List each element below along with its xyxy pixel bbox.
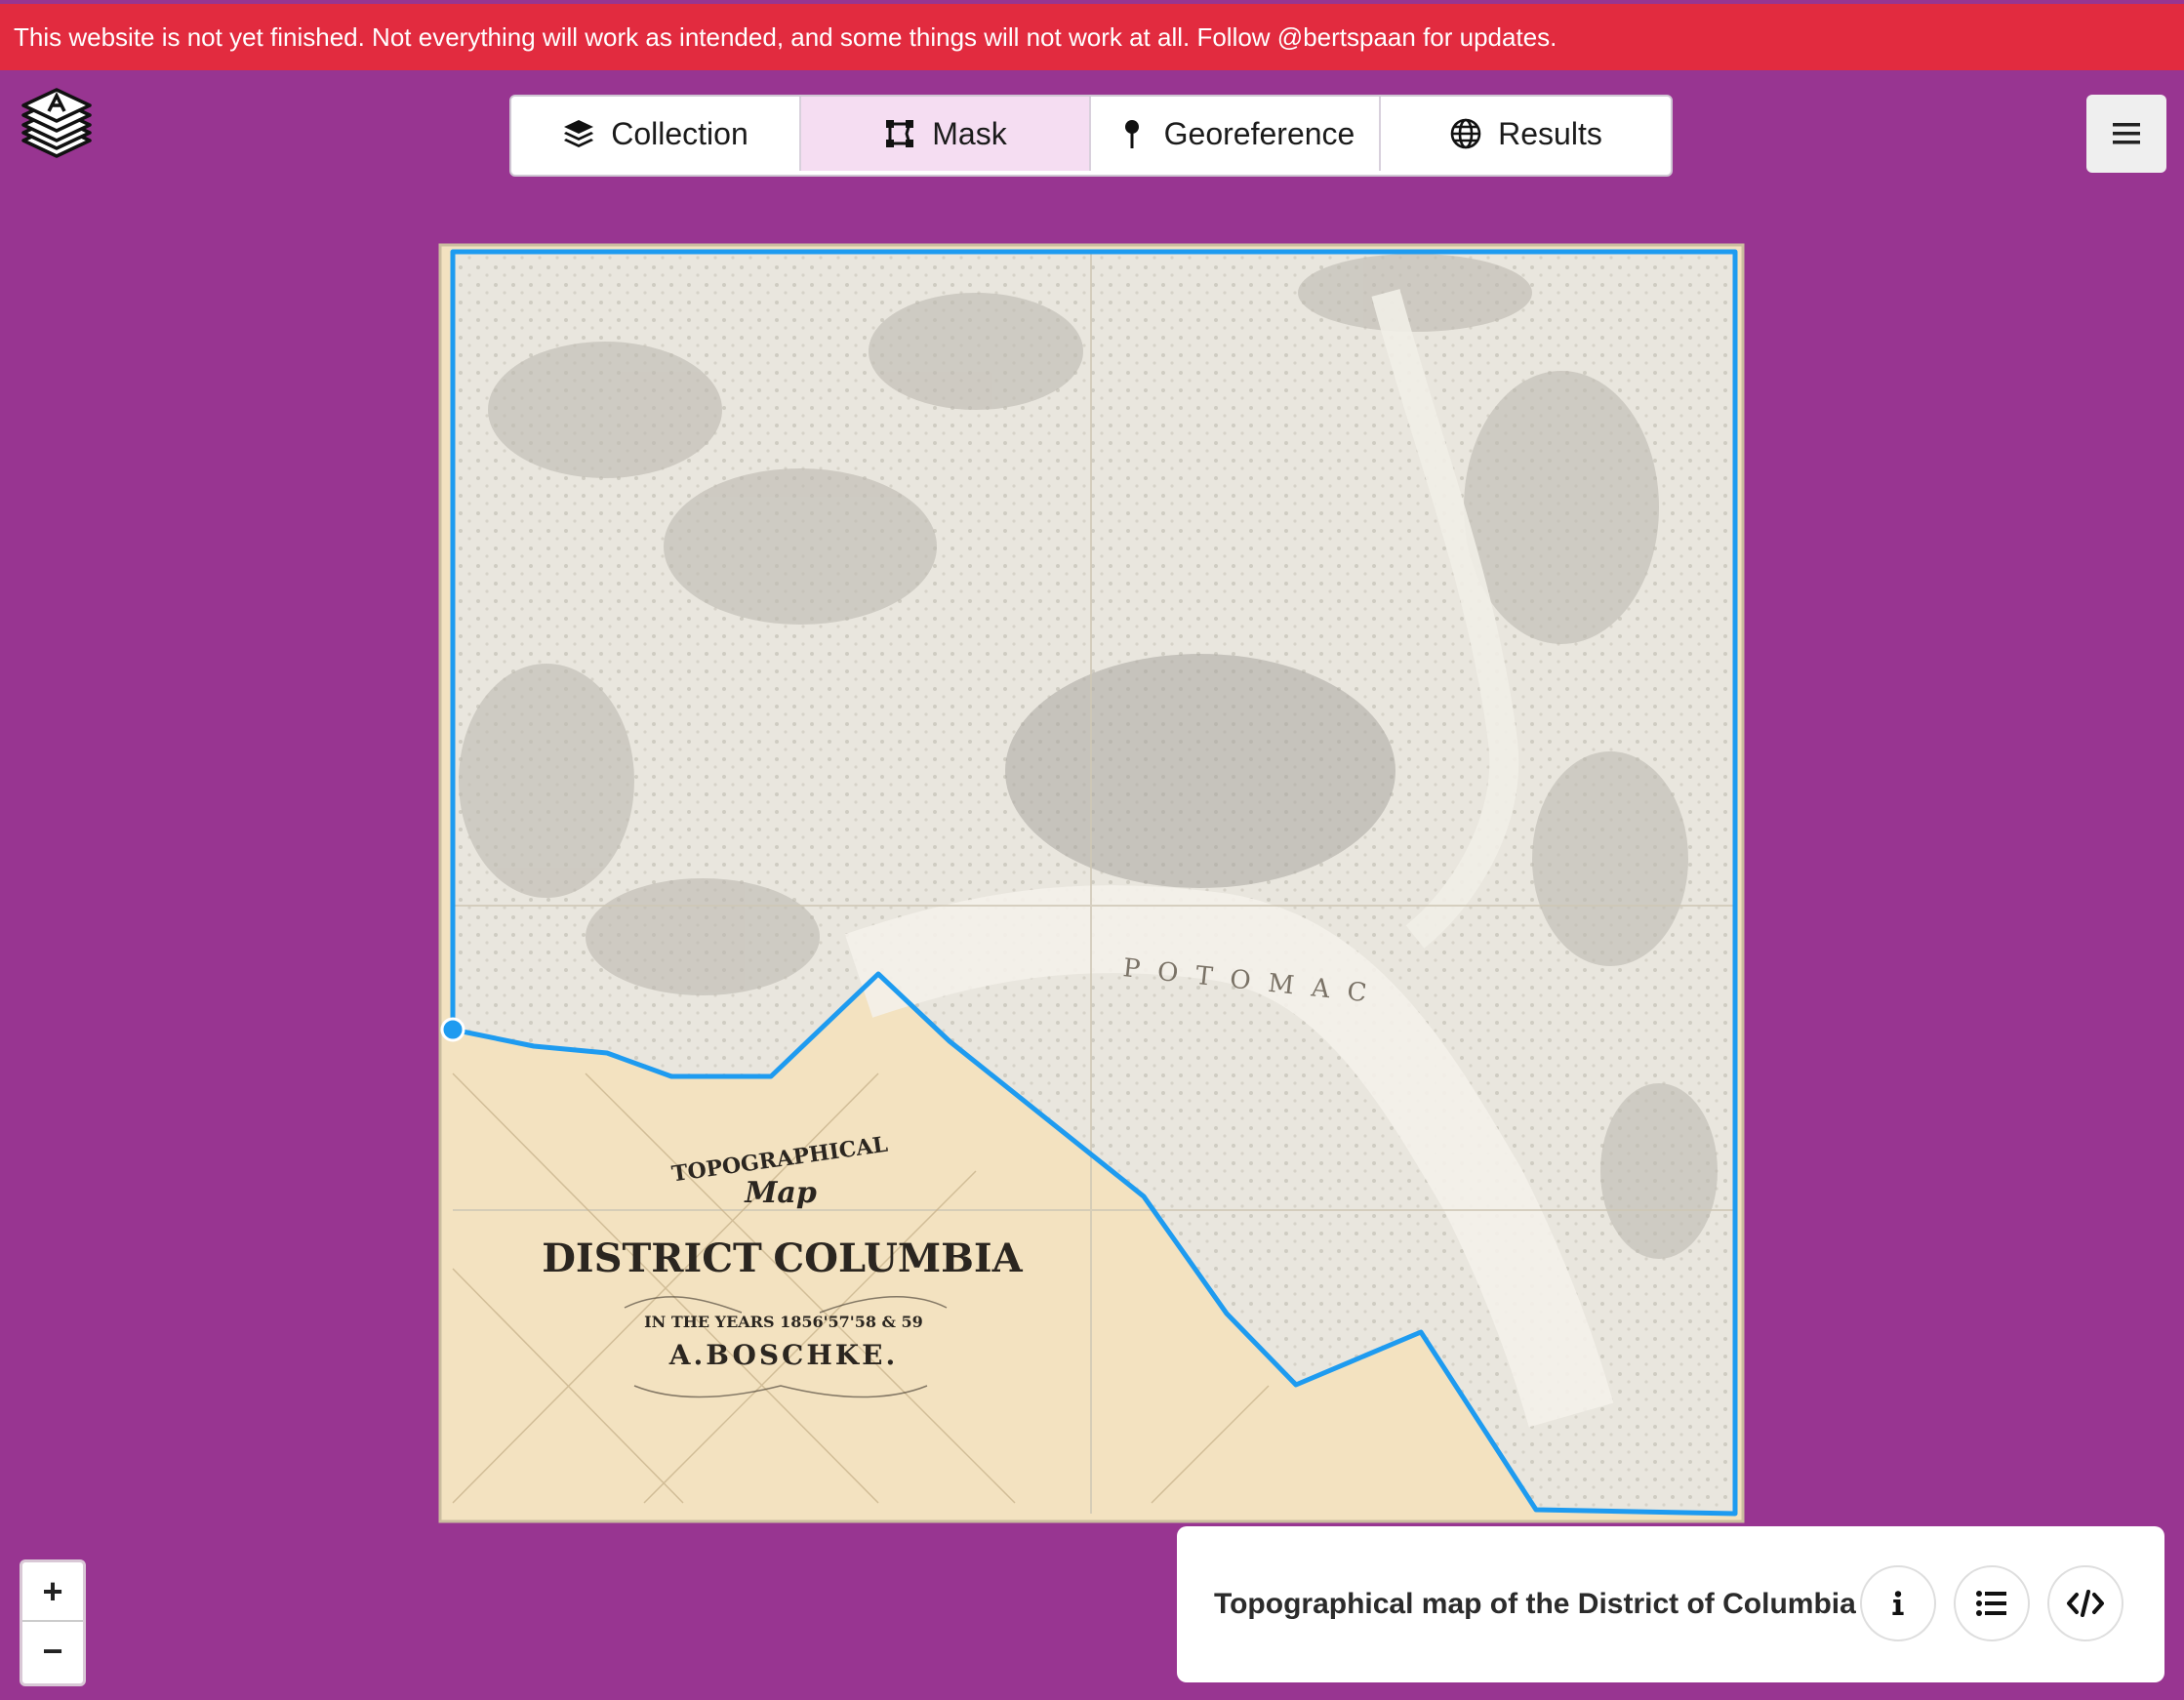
list-icon bbox=[1976, 1591, 2006, 1616]
info-button[interactable] bbox=[1860, 1565, 1936, 1641]
historic-map-image bbox=[438, 243, 1745, 1523]
map-info-panel: Topographical map of the District of Col… bbox=[1177, 1526, 2164, 1682]
info-icon bbox=[1892, 1591, 1904, 1615]
map-canvas[interactable]: TOPOGRAPHICAL Map DISTRICT COLUMBIA IN T… bbox=[0, 0, 2184, 1700]
cartouche-line5: A.BOSCHKE. bbox=[668, 1339, 898, 1371]
list-button[interactable] bbox=[1954, 1565, 2030, 1641]
map-viewport: TOPOGRAPHICAL Map DISTRICT COLUMBIA IN T… bbox=[0, 0, 2184, 1700]
map-title: Topographical map of the District of Col… bbox=[1214, 1588, 1856, 1620]
cartouche-line2: Map bbox=[744, 1176, 817, 1210]
cartouche-line3: DISTRICT bbox=[542, 1235, 762, 1281]
mask-vertex-handle[interactable] bbox=[440, 1017, 465, 1042]
cartouche-line4: IN THE YEARS 1856'57'58 & 59 bbox=[644, 1313, 923, 1331]
zoom-controls: + − bbox=[20, 1559, 86, 1686]
code-icon bbox=[2067, 1590, 2104, 1617]
zoom-in-button[interactable]: + bbox=[22, 1562, 83, 1622]
code-button[interactable] bbox=[2047, 1565, 2123, 1641]
cartouche-line3b: COLUMBIA bbox=[773, 1235, 1023, 1281]
zoom-out-button[interactable]: − bbox=[22, 1622, 83, 1680]
